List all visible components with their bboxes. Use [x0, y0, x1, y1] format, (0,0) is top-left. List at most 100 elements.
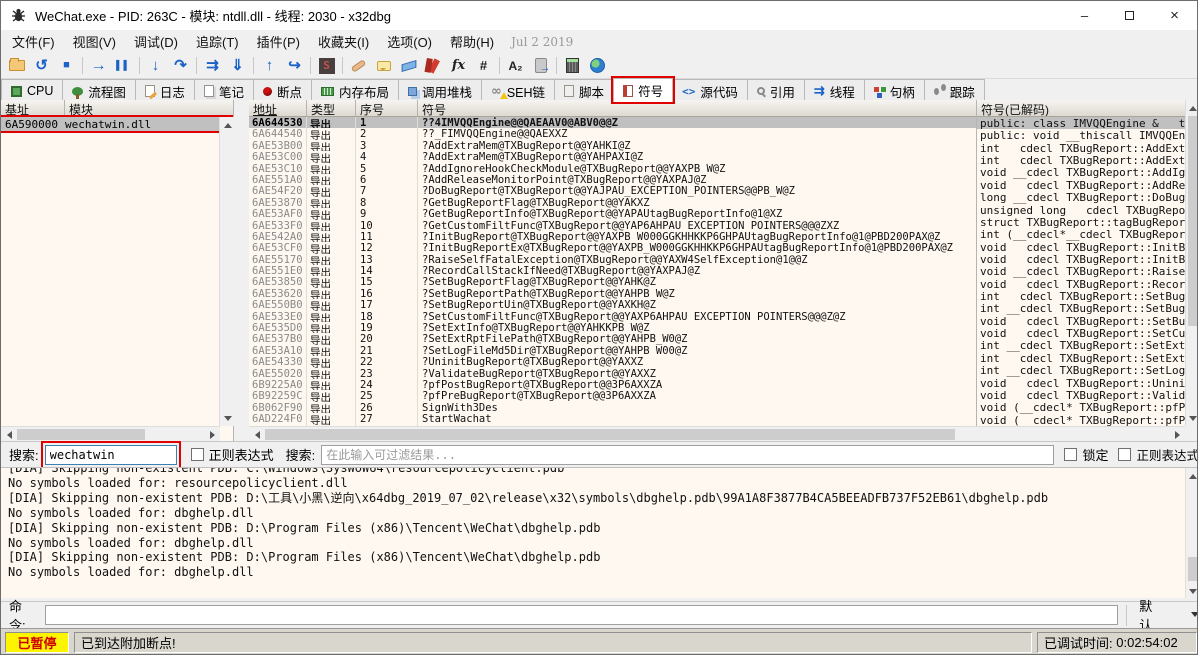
pause-button[interactable]: ▌▌	[111, 54, 136, 77]
menu-item-debug[interactable]: 调试(D)	[125, 29, 187, 54]
menu-item-view[interactable]: 视图(V)	[64, 29, 125, 54]
calculator-button[interactable]	[560, 54, 585, 77]
decoded-symbol-row[interactable]: int __cdecl TXBugReport::SetBugReportFla…	[977, 290, 1185, 302]
favourites-button[interactable]	[421, 54, 446, 77]
run-trace-button[interactable]: ⇉	[200, 54, 225, 77]
tab-trace[interactable]: 跟踪	[924, 79, 985, 102]
decoded-symbol-row[interactable]: int __cdecl TXBugReport::SetExtInfo(unsi…	[977, 339, 1185, 351]
tab-seh[interactable]: ∞SEH链	[481, 79, 555, 102]
attach-button[interactable]: →	[528, 54, 553, 77]
decoded-symbol-row[interactable]: int __cdecl TXBugReport::AddExtraMem(uns…	[977, 142, 1185, 154]
decoded-header[interactable]: 符号(已解码)	[977, 100, 1185, 116]
decoded-symbol-row[interactable]: void __cdecl TXBugReport::ValidateBugRep…	[977, 389, 1185, 401]
close-button[interactable]: ×	[1152, 1, 1197, 30]
decoded-symbol-row[interactable]: long __cdecl TXBugReport::DoBugReport(st…	[977, 191, 1185, 203]
search-input[interactable]	[45, 445, 177, 465]
menu-item-favourites[interactable]: 收藏夹(I)	[309, 29, 378, 54]
functions-button[interactable]: fx	[446, 54, 471, 77]
modules-header-base[interactable]: 基址	[1, 100, 65, 116]
log-vscrollbar[interactable]	[1185, 468, 1198, 598]
tab-log[interactable]: 日志	[135, 79, 195, 102]
hash-button[interactable]: #	[471, 54, 496, 77]
comments-button[interactable]	[371, 54, 396, 77]
run-button[interactable]: →	[86, 54, 111, 77]
symbol-row[interactable]: 6AE537B0导出20?SetExtRptFilePath@TXBugRepo…	[249, 333, 976, 344]
open-file-button[interactable]	[4, 54, 29, 77]
symbol-row[interactable]: 6AE53C10导出5?AddIgnoreHookCheckModule@TXB…	[249, 163, 976, 174]
modules-vscrollbar[interactable]	[219, 117, 234, 426]
tab-memmap[interactable]: 内存布局	[311, 79, 399, 102]
symbol-row[interactable]: 6A644530导出1??4IMVQQEngine@@QAEAAV0@ABV0@…	[249, 117, 976, 128]
run-to-cursor-button[interactable]: ⇓	[225, 54, 250, 77]
assembler-button[interactable]: A₂	[503, 54, 528, 77]
symbol-row[interactable]: 6AE533E0导出18?SetCustomFiltFunc@TXBugRepo…	[249, 311, 976, 322]
decoded-vscrollbar[interactable]	[1185, 100, 1198, 426]
tab-script[interactable]: 脚本	[554, 79, 614, 102]
modules-header[interactable]: 基址 模块	[1, 100, 233, 117]
tab-notes[interactable]: 笔记	[194, 79, 254, 102]
decoded-symbol-row[interactable]: int __cdecl TXBugReport::SetLogFileMd5Di…	[977, 364, 1185, 376]
tab-break[interactable]: 断点	[253, 79, 312, 102]
step-into-button[interactable]: ↓	[143, 54, 168, 77]
tab-threads[interactable]: ⇉线程	[804, 79, 865, 102]
decoded-symbol-row[interactable]: void __cdecl TXBugReport::AddReleaseMoni…	[977, 179, 1185, 191]
command-profile-dropdown[interactable]: 默认	[1126, 605, 1198, 626]
decoded-symbol-row[interactable]: int __cdecl TXBugReport::SetBugReportPat…	[977, 302, 1185, 314]
decoded-symbol-row[interactable]: void __cdecl TXBugReport::RaiseSelfFatal…	[977, 265, 1185, 277]
command-input[interactable]	[45, 605, 1118, 625]
decoded-symbol-row[interactable]: void __cdecl TXBugReport::SetCustomFiltF…	[977, 327, 1185, 339]
tab-cpu[interactable]: CPU	[1, 79, 63, 102]
decoded-symbol-row[interactable]: void __cdecl TXBugReport::AddIgnoreHookC…	[977, 166, 1185, 178]
symbol-row[interactable]: 6AE535D0导出19?SetExtInfo@TXBugReport@@YAH…	[249, 322, 976, 333]
menu-item-help[interactable]: 帮助(H)	[441, 29, 503, 54]
symbol-row[interactable]: 6AE551E0导出14?RecordCallStackIfNeed@TXBug…	[249, 265, 976, 276]
symbol-row[interactable]: 6AE551A0导出6?AddReleaseMonitorPoint@TXBug…	[249, 174, 976, 185]
symbols-table-header[interactable]: 地址 类型 序号 符号	[249, 100, 976, 117]
decoded-symbol-row[interactable]: void __cdecl TXBugReport::InitBugReportE…	[977, 253, 1185, 265]
menu-item-trace[interactable]: 追踪(T)	[187, 29, 248, 54]
maximize-button[interactable]	[1107, 1, 1152, 30]
modules-hscrollbar[interactable]	[1, 426, 220, 441]
symbol-row[interactable]: 6AE533F0导出10?GetCustomFiltFunc@TXBugRepo…	[249, 220, 976, 231]
patches-button[interactable]	[346, 54, 371, 77]
decoded-symbol-row[interactable]: void __cdecl TXBugReport::UninitBugRepor…	[977, 377, 1185, 389]
filter-input[interactable]	[321, 445, 1054, 465]
step-over-button[interactable]: ↷	[168, 54, 193, 77]
regex2-checkbox[interactable]	[1118, 448, 1131, 461]
tab-graph[interactable]: 流程图	[62, 79, 136, 102]
symbol-row[interactable]: 6AE54F20导出7?DoBugReport@TXBugReport@@YAJ…	[249, 185, 976, 196]
decoded-symbol-row[interactable]: public: class IMVQQEngine & __thiscall I…	[977, 117, 1185, 129]
decoded-symbol-row[interactable]: unsigned long __cdecl TXBugReport::GetBu…	[977, 204, 1185, 216]
menu-item-plugins[interactable]: 插件(P)	[248, 29, 309, 54]
symbol-row[interactable]: 6A644540导出2??_FIMVQQEngine@@QAEXXZ	[249, 128, 976, 139]
symbols-hscrollbar[interactable]	[249, 426, 1185, 441]
module-row[interactable]: 6A590000wechatwin.dll	[1, 117, 233, 131]
symbol-row[interactable]: 6AE53870导出8?GetBugReportFlag@TXBugReport…	[249, 197, 976, 208]
labels-button[interactable]	[396, 54, 421, 77]
symbol-row[interactable]: 6AD224F0导出27StartWachat	[249, 413, 976, 424]
symbol-row[interactable]: 6AE55170导出13?RaiseSelfFatalException@TXB…	[249, 254, 976, 265]
restart-button[interactable]: ↺	[29, 54, 54, 77]
step-out-button[interactable]: ↑	[257, 54, 282, 77]
decoded-symbol-row[interactable]: void (__cdecl* TXBugReport::pfPostBugRep…	[977, 401, 1185, 413]
minimize-button[interactable]: –	[1062, 1, 1107, 30]
symbol-row[interactable]: 6AE53620导出16?SetBugReportPath@TXBugRepor…	[249, 288, 976, 299]
tab-handles[interactable]: 句柄	[864, 79, 925, 102]
symbols-header-ordinal[interactable]: 序号	[356, 100, 418, 116]
symbols-header-type[interactable]: 类型	[307, 100, 356, 116]
symbol-row[interactable]: 6B9225A0导出24?pfPostBugReport@TXBugReport…	[249, 379, 976, 390]
symbols-header-address[interactable]: 地址	[249, 100, 307, 116]
regex-checkbox[interactable]	[191, 448, 204, 461]
decoded-symbol-row[interactable]: void __cdecl TXBugReport::SetBugReportUi…	[977, 315, 1185, 327]
symbol-row[interactable]: 6AE53850导出15?SetBugReportFlag@TXBugRepor…	[249, 276, 976, 287]
tab-refs[interactable]: 引用	[747, 79, 805, 102]
symbols-header-symbol[interactable]: 符号	[418, 100, 976, 116]
modules-header-module[interactable]: 模块	[65, 100, 233, 116]
symbol-row[interactable]: 6AE53CF0导出12?InitBugReportEx@TXBugReport…	[249, 242, 976, 253]
decoded-symbol-row[interactable]: struct TXBugReport::tagBugReportInfo * _…	[977, 216, 1185, 228]
tab-stack[interactable]: 调用堆栈	[398, 79, 482, 102]
about-button[interactable]	[585, 54, 610, 77]
strings-button[interactable]: S	[314, 54, 339, 77]
tab-source[interactable]: <>源代码	[672, 79, 748, 102]
symbol-row[interactable]: 6AE54330导出22?UninitBugReport@TXBugReport…	[249, 356, 976, 367]
